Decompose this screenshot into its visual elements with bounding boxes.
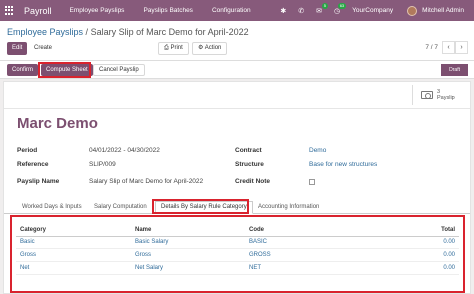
- reference-label: Reference: [17, 161, 49, 168]
- highlight-compute-sheet: [38, 62, 91, 78]
- pager-next-button[interactable]: ›: [455, 41, 468, 54]
- pager-previous-button[interactable]: ‹: [442, 41, 455, 54]
- column-header-category[interactable]: Category: [20, 227, 46, 233]
- column-header-total[interactable]: Total: [441, 227, 455, 233]
- table-header: Category Name Code Total: [16, 225, 459, 237]
- table-row[interactable]: Gross Gross GROSS 0.00: [16, 250, 459, 262]
- control-panel: Employee Payslips / Salary Slip of Marc …: [0, 21, 474, 61]
- period-label: Period: [17, 147, 38, 154]
- cell-name: Net Salary: [135, 265, 164, 271]
- user-menu[interactable]: Mitchell Admin: [422, 7, 464, 14]
- cell-total: 0.00: [443, 239, 455, 245]
- phone-icon[interactable]: ✆: [298, 7, 304, 15]
- cancel-payslip-button[interactable]: Cancel Payslip: [93, 64, 145, 76]
- bug-icon[interactable]: ✱: [280, 7, 286, 15]
- action-label: Action: [204, 45, 222, 51]
- period-to: 04/30/2022: [127, 147, 160, 154]
- contract-label: Contract: [235, 147, 262, 154]
- company-switcher[interactable]: YourCompany: [352, 7, 393, 14]
- payslip-count-label: Payslip: [437, 95, 455, 101]
- breadcrumb-parent[interactable]: Employee Payslips: [7, 27, 83, 37]
- menu-item-payslips-batches[interactable]: Payslips Batches: [143, 7, 193, 14]
- activity-clock-icon[interactable]: ◷ 63: [334, 2, 347, 15]
- app-title[interactable]: Payroll: [24, 6, 52, 16]
- table-row[interactable]: Net Net Salary NET 0.00: [16, 263, 459, 275]
- tab-worked-days-inputs[interactable]: Worked Days & Inputs: [22, 204, 82, 210]
- cell-category: Net: [20, 265, 30, 271]
- top-navbar: Payroll Employee Payslips Payslips Batch…: [0, 0, 474, 21]
- reference-field[interactable]: SLIP/009: [89, 161, 116, 168]
- salary-rule-category-table: Category Name Code Total Basic Basic Sal…: [10, 215, 465, 293]
- column-header-name[interactable]: Name: [135, 227, 151, 233]
- credit-note-checkbox[interactable]: [309, 179, 315, 185]
- form-sheet: 3 Payslip Marc Demo Period 04/01/2022 - …: [3, 81, 471, 294]
- divider: [4, 108, 470, 109]
- tab-accounting-information[interactable]: Accounting Information: [258, 204, 319, 210]
- activity-badge: 63: [337, 2, 347, 9]
- create-button[interactable]: Create: [29, 42, 57, 55]
- menu-item-employee-payslips[interactable]: Employee Payslips: [70, 7, 125, 14]
- period-from: 04/01/2022: [89, 147, 122, 154]
- cell-category: Basic: [20, 239, 35, 245]
- pager-value[interactable]: 7 / 7: [425, 44, 438, 51]
- chat-badge: 5: [321, 2, 329, 9]
- money-icon: [421, 91, 433, 99]
- cell-code: NET: [249, 265, 261, 271]
- cell-name: Gross: [135, 252, 152, 258]
- cell-name: Basic Salary: [135, 239, 169, 245]
- gear-icon: ⚙: [198, 45, 205, 51]
- table-row[interactable]: Basic Basic Salary BASIC 0.00: [16, 237, 459, 249]
- highlight-details-tab: [152, 199, 249, 214]
- chat-icon[interactable]: ✉ 5: [316, 2, 329, 15]
- structure-label: Structure: [235, 161, 264, 168]
- column-header-code[interactable]: Code: [249, 227, 264, 233]
- print-label: Print: [170, 45, 183, 51]
- menu-item-configuration[interactable]: Configuration: [212, 7, 251, 14]
- confirm-button[interactable]: Confirm: [7, 64, 39, 76]
- avatar[interactable]: [407, 5, 418, 16]
- employee-name: Marc Demo: [17, 115, 98, 132]
- tab-salary-computation[interactable]: Salary Computation: [94, 204, 147, 210]
- credit-note-label: Credit Note: [235, 178, 271, 185]
- breadcrumb: Employee Payslips / Salary Slip of Marc …: [7, 27, 249, 37]
- navbar-right: ✱ ✆ ✉ 5 ◷ 63 YourCompany Mitchell Admin: [280, 0, 474, 21]
- structure-link[interactable]: Base for new structures: [309, 161, 377, 168]
- apps-menu-icon[interactable]: [5, 5, 15, 16]
- payslip-count-button[interactable]: 3 Payslip: [412, 85, 470, 105]
- cell-code: BASIC: [249, 239, 268, 245]
- status-draft[interactable]: Draft: [441, 64, 468, 76]
- main-menu: Employee Payslips Payslips Batches Confi…: [70, 7, 270, 14]
- breadcrumb-separator: /: [83, 27, 91, 37]
- breadcrumb-current: Salary Slip of Marc Demo for April-2022: [90, 27, 249, 37]
- edit-button[interactable]: Edit: [7, 42, 28, 55]
- cell-total: 0.00: [443, 265, 455, 271]
- payslip-name-label: Payslip Name: [17, 178, 60, 185]
- cell-category: Gross: [20, 252, 37, 258]
- contract-link[interactable]: Demo: [309, 147, 326, 154]
- print-button[interactable]: ⎙ Print: [158, 42, 189, 55]
- cell-total: 0.00: [443, 252, 455, 258]
- cell-code: GROSS: [249, 252, 271, 258]
- period-value[interactable]: 04/01/2022 - 04/30/2022: [89, 147, 160, 154]
- action-button[interactable]: ⚙ Action: [192, 42, 228, 55]
- payslip-name-field[interactable]: Salary Slip of Marc Demo for April-2022: [89, 178, 203, 185]
